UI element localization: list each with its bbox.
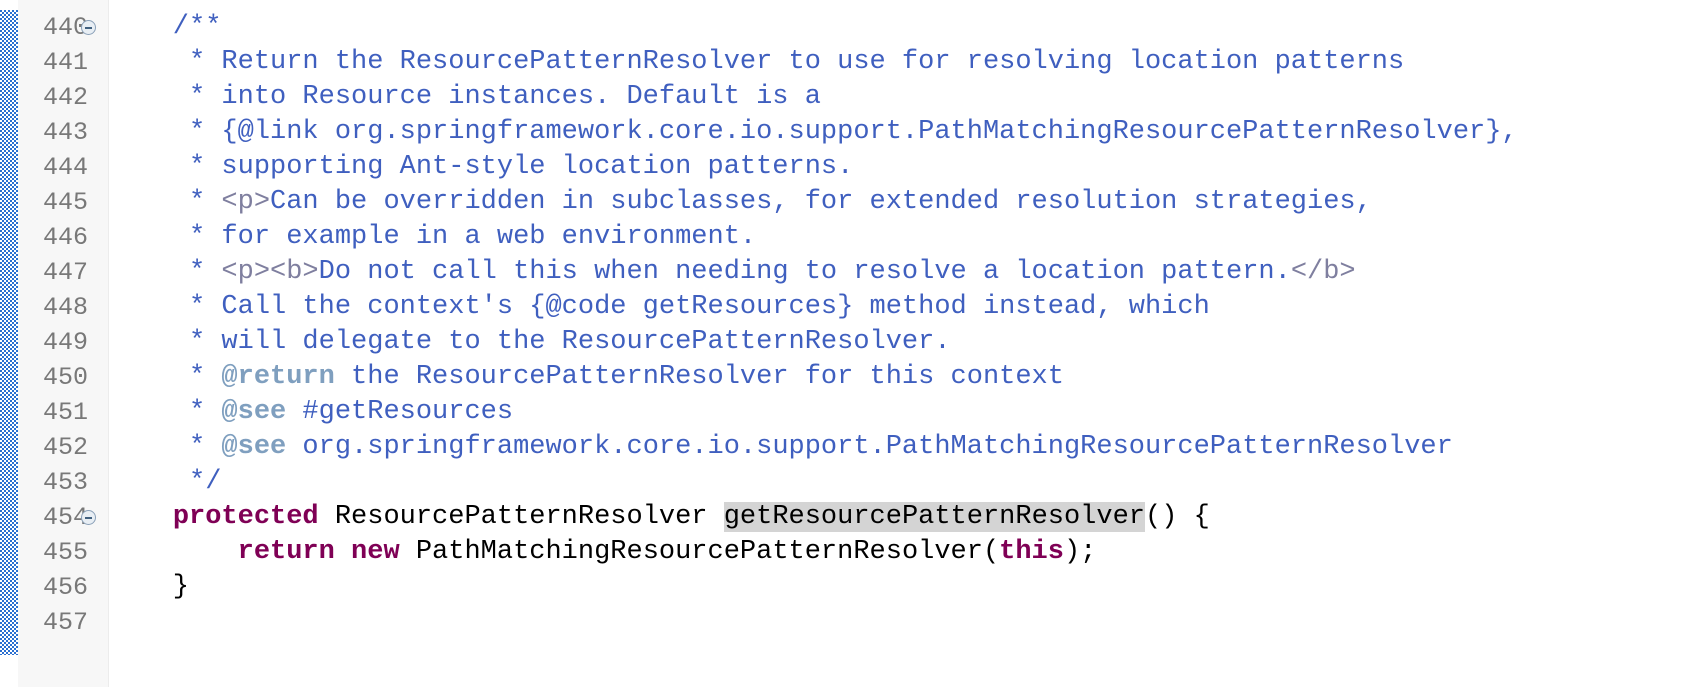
code-token-comment: Do not call this when needing to resolve… xyxy=(318,257,1291,287)
code-line[interactable]: 454 protected ResourcePatternResolver ge… xyxy=(0,500,1705,535)
highlighted-occurrence: getResourcePatternResolver xyxy=(723,502,1145,532)
line-code: * {@link org.springframework.core.io.sup… xyxy=(108,115,1518,150)
code-line[interactable]: 442 * into Resource instances. Default i… xyxy=(0,80,1705,115)
code-token-jdkw: @return xyxy=(221,362,335,392)
code-line[interactable]: 440 /** xyxy=(0,10,1705,45)
line-number: 450 xyxy=(42,363,88,392)
line-code: * @see #getResources xyxy=(108,395,513,430)
code-line[interactable]: 444 * supporting Ant-style location patt… xyxy=(0,150,1705,185)
code-line[interactable]: 447 * <p><b>Do not call this when needin… xyxy=(0,255,1705,290)
code-token-jdkw: @see xyxy=(221,397,287,427)
code-token-comment: * xyxy=(108,362,222,392)
code-token-comment: * into Resource instances. Default is a xyxy=(108,82,821,112)
line-number: 456 xyxy=(42,573,88,602)
code-token-plain: ); xyxy=(1063,537,1097,567)
code-token-comment: * xyxy=(108,432,222,462)
code-token-comment: * xyxy=(108,397,222,427)
code-line[interactable]: 448 * Call the context's {@code getResou… xyxy=(0,290,1705,325)
code-token-comment: /** xyxy=(108,12,222,42)
line-number: 442 xyxy=(42,83,88,112)
code-token-jdkw: @see xyxy=(221,432,287,462)
code-token-comment: Can be overridden in subclasses, for ext… xyxy=(270,187,1372,217)
code-token-tag: </b> xyxy=(1290,257,1356,287)
code-line[interactable]: 452 * @see org.springframework.core.io.s… xyxy=(0,430,1705,465)
code-token-comment: #getResources xyxy=(286,397,514,427)
code-line[interactable]: 441 * Return the ResourcePatternResolver… xyxy=(0,45,1705,80)
line-number: 447 xyxy=(42,258,88,287)
code-token-plain: } xyxy=(108,572,190,602)
code-token-comment: org.springframework.core.io.support.Path… xyxy=(286,432,1453,462)
line-code: * Return the ResourcePatternResolver to … xyxy=(108,45,1404,80)
code-token-kw: this xyxy=(999,537,1064,567)
code-token-plain: PathMatchingResourcePatternResolver( xyxy=(399,537,1000,567)
line-code: return new PathMatchingResourcePatternRe… xyxy=(108,535,1097,570)
line-number: 457 xyxy=(42,608,88,637)
line-number: 439 xyxy=(18,0,88,10)
code-token-plain: () { xyxy=(1145,502,1210,532)
code-line[interactable]: 449 * will delegate to the ResourcePatte… xyxy=(0,325,1705,360)
code-token-comment: * xyxy=(108,257,222,287)
line-code: */ xyxy=(108,465,221,500)
code-line[interactable]: 450 * @return the ResourcePatternResolve… xyxy=(0,360,1705,395)
code-token-plain: ResourcePatternResolver xyxy=(318,502,724,532)
code-token-comment: * xyxy=(108,187,222,217)
code-line[interactable]: 445 * <p>Can be overridden in subclasses… xyxy=(0,185,1705,220)
code-token-comment: * supporting Ant-style location patterns… xyxy=(108,152,854,182)
line-number: 452 xyxy=(42,433,88,462)
line-code: * for example in a web environment. xyxy=(108,220,756,255)
code-line[interactable]: 455 return new PathMatchingResourcePatte… xyxy=(0,535,1705,570)
code-token-comment: * Return the ResourcePatternResolver to … xyxy=(108,47,1405,77)
line-number: 445 xyxy=(42,188,88,217)
code-token-comment: * Call the context's {@code getResources… xyxy=(108,292,1210,322)
line-code: * into Resource instances. Default is a xyxy=(108,80,821,115)
code-line[interactable]: 439 xyxy=(0,0,1705,10)
code-token-tag: <p><b> xyxy=(221,257,319,287)
code-line[interactable]: 457 xyxy=(0,605,1705,640)
line-number: 440 xyxy=(42,13,88,42)
code-token-comment: * will delegate to the ResourcePatternRe… xyxy=(108,327,951,357)
line-number: 441 xyxy=(42,48,88,77)
code-token-comment: * for example in a web environment. xyxy=(108,222,757,252)
line-code: protected ResourcePatternResolver getRes… xyxy=(108,500,1210,535)
line-number: 454 xyxy=(42,503,88,532)
line-number: 455 xyxy=(42,538,88,567)
line-code: * @return the ResourcePatternResolver fo… xyxy=(108,360,1064,395)
line-number: 451 xyxy=(42,398,88,427)
line-code: } xyxy=(108,570,189,605)
line-code: * will delegate to the ResourcePatternRe… xyxy=(108,325,951,360)
line-number: 448 xyxy=(42,293,88,322)
line-number: 453 xyxy=(42,468,88,497)
line-code: * Call the context's {@code getResources… xyxy=(108,290,1210,325)
line-code: * <p><b>Do not call this when needing to… xyxy=(108,255,1356,290)
code-line[interactable]: 451 * @see #getResources xyxy=(0,395,1705,430)
code-token-comment: */ xyxy=(108,467,222,497)
code-line[interactable]: 446 * for example in a web environment. xyxy=(0,220,1705,255)
code-line[interactable]: 443 * {@link org.springframework.core.io… xyxy=(0,115,1705,150)
line-code: * <p>Can be overridden in subclasses, fo… xyxy=(108,185,1372,220)
code-token-kw: protected xyxy=(172,502,319,532)
code-token-comment: the ResourcePatternResolver for this con… xyxy=(334,362,1064,392)
code-token-kw: return xyxy=(237,537,335,567)
code-token-comment: * {@link org.springframework.core.io.sup… xyxy=(108,117,1518,147)
line-number: 446 xyxy=(42,223,88,252)
line-code: * supporting Ant-style location patterns… xyxy=(108,150,853,185)
collapse-fold-icon[interactable] xyxy=(81,510,96,525)
code-editor[interactable]: 439440 /**441 * Return the ResourcePatte… xyxy=(0,0,1705,640)
line-number: 443 xyxy=(42,118,88,147)
collapse-fold-icon[interactable] xyxy=(81,20,96,35)
line-number: 449 xyxy=(42,328,88,357)
code-token-tag: <p> xyxy=(221,187,271,217)
line-code: * @see org.springframework.core.io.suppo… xyxy=(108,430,1453,465)
line-code: /** xyxy=(108,10,222,45)
line-number: 444 xyxy=(42,153,88,182)
code-line[interactable]: 456 } xyxy=(0,570,1705,605)
code-line[interactable]: 453 */ xyxy=(0,465,1705,500)
code-token-kw: new xyxy=(351,537,400,567)
